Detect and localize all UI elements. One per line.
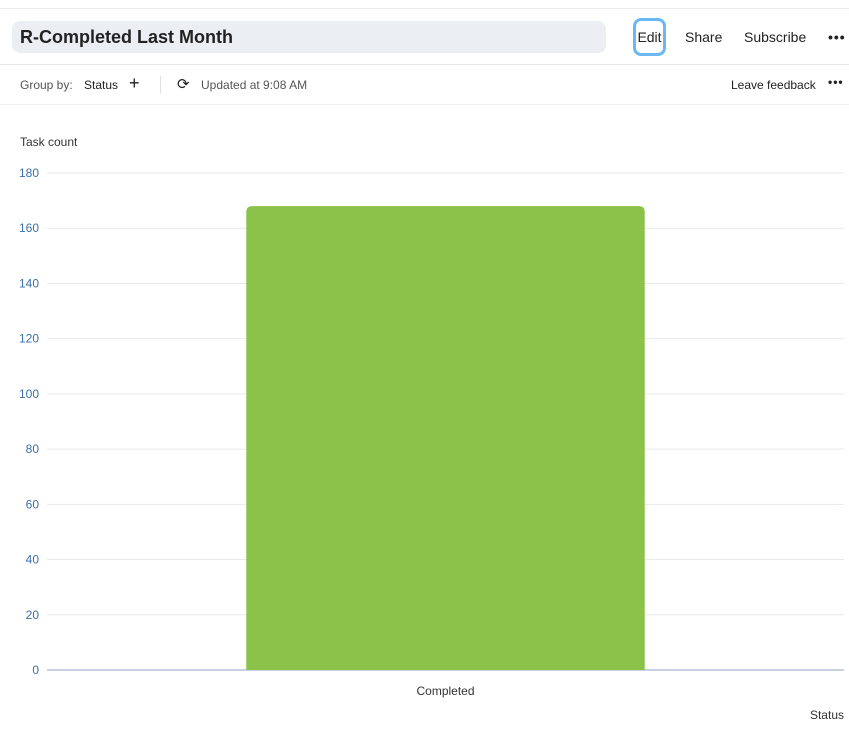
y-tick-label: 60 xyxy=(26,497,40,511)
y-tick-label: 80 xyxy=(26,442,40,456)
x-tick-label: Completed xyxy=(416,684,474,698)
y-tick-label: 20 xyxy=(26,608,40,622)
bar-chart: Task count Status 0 20 40 60 80 100 120 140 160 1… xyxy=(19,135,844,722)
y-tick-label: 0 xyxy=(32,663,39,677)
y-axis-label: Task count xyxy=(20,135,78,149)
y-tick-label: 140 xyxy=(19,276,39,290)
x-axis-label: Status xyxy=(810,708,844,722)
y-tick-label: 180 xyxy=(19,166,39,180)
y-tick-label: 40 xyxy=(26,553,40,567)
y-tick-label: 100 xyxy=(19,387,39,401)
y-tick-label: 120 xyxy=(19,332,39,346)
bar-completed[interactable] xyxy=(246,206,645,670)
y-tick-label: 160 xyxy=(19,221,39,235)
